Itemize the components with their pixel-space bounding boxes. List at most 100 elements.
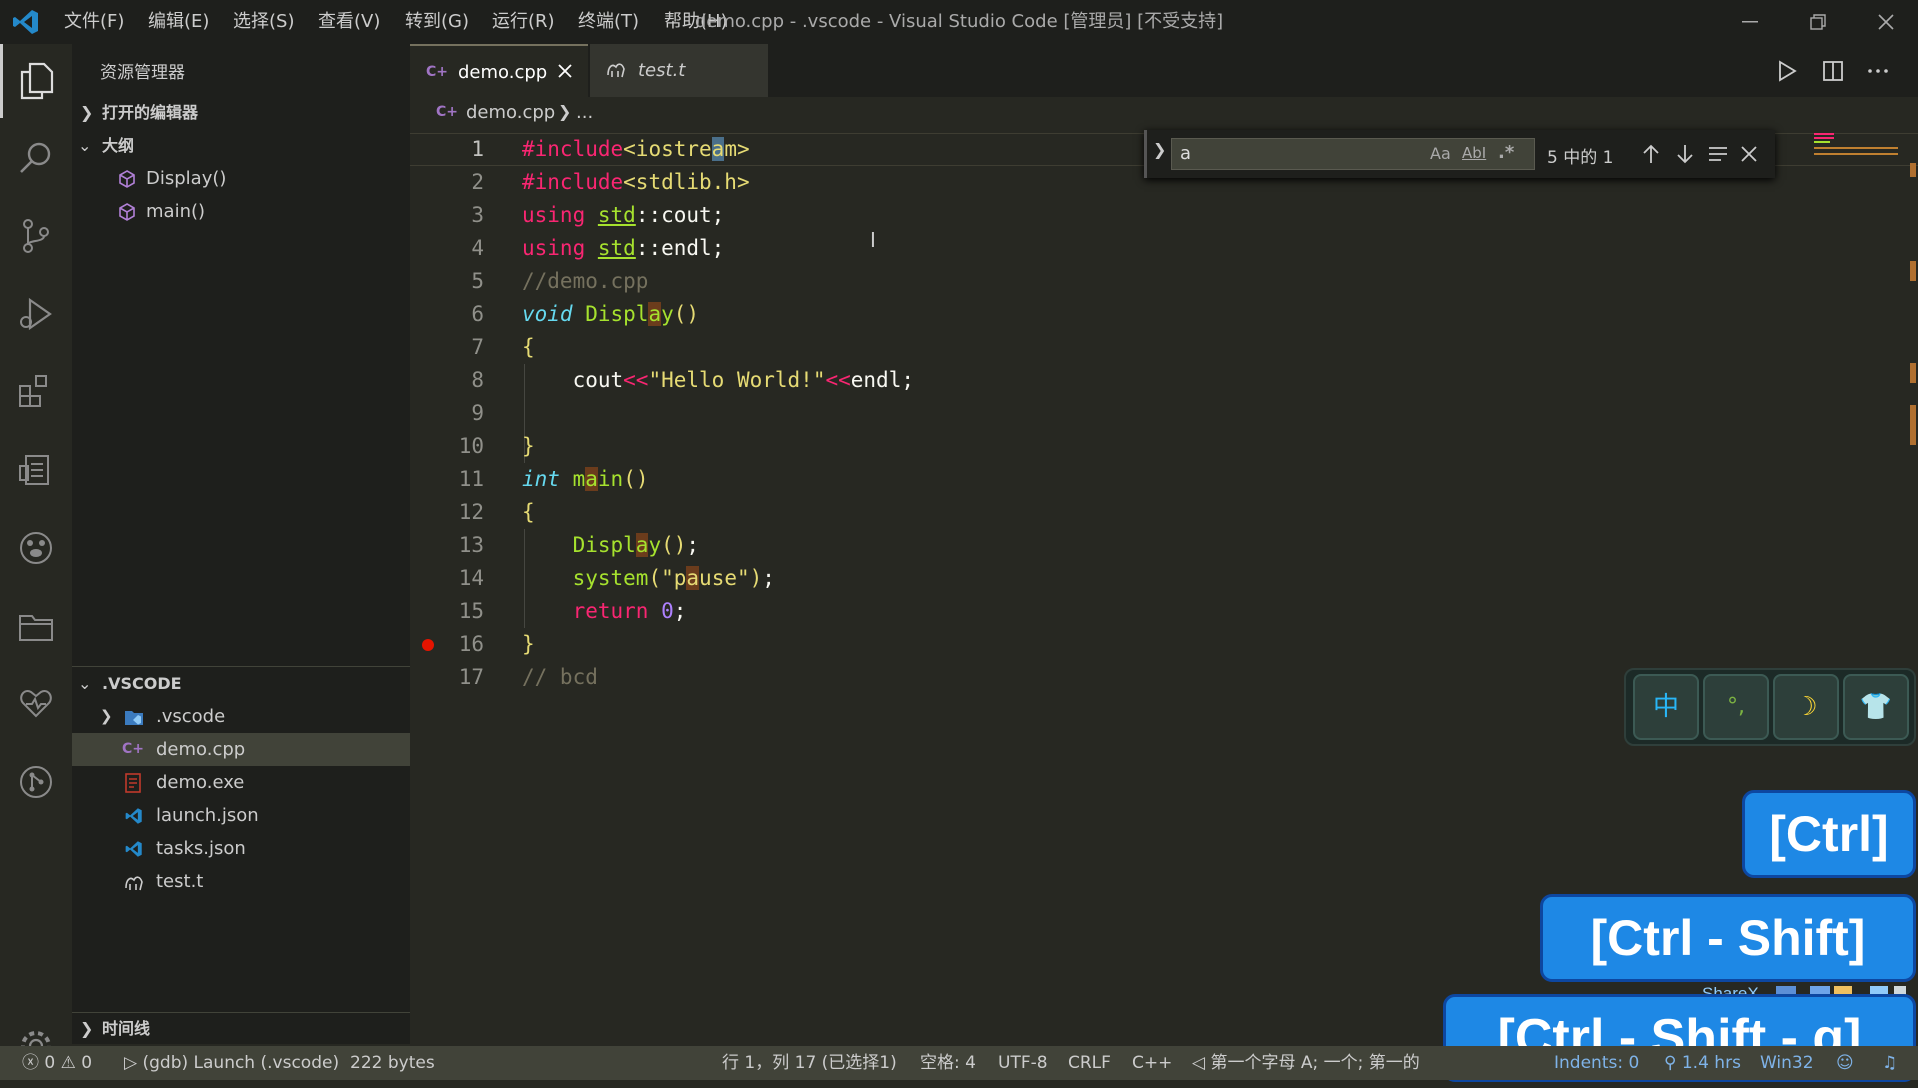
ime-skin-button[interactable]: 👕	[1843, 674, 1909, 740]
scrollbar-marker	[1910, 163, 1916, 177]
code-line[interactable]: using std::endl;	[522, 232, 724, 265]
ime-punctuation-button[interactable]: °,	[1703, 674, 1769, 740]
open-editors-section[interactable]: ❯ 打开的编辑器	[72, 96, 410, 129]
vscode-folder-icon	[125, 711, 143, 725]
problems-indicator[interactable]: ⓧ 0 ⚠ 0	[22, 1046, 92, 1080]
tab-label: test.t	[638, 60, 686, 81]
close-find-icon[interactable]	[1741, 146, 1757, 162]
restore-button[interactable]	[1784, 0, 1852, 44]
end-of-line[interactable]: CRLF	[1068, 1046, 1111, 1080]
platform[interactable]: Win32	[1760, 1046, 1814, 1080]
code-line[interactable]: Display();	[522, 529, 699, 562]
translation-message[interactable]: ◁ 第一个字母 A; 一个; 第一的	[1192, 1046, 1442, 1080]
heart-extension-button[interactable]	[0, 668, 72, 746]
ime-moon-button[interactable]: ☽	[1773, 674, 1839, 740]
next-match-icon[interactable]	[1675, 143, 1695, 165]
outline-item-main[interactable]: main()	[72, 195, 410, 228]
scrollbar-marker	[1910, 261, 1916, 281]
toggle-replace-icon[interactable]: ❯	[1153, 140, 1166, 159]
file-item-launch-json[interactable]: launch.json	[72, 799, 410, 832]
tab-demo-cpp[interactable]: C+ demo.cpp	[410, 44, 588, 97]
code-line[interactable]: {	[522, 496, 535, 529]
indents-info[interactable]: Indents: 0	[1554, 1046, 1639, 1080]
ime-chinese-button[interactable]: 中	[1633, 674, 1699, 740]
chevron-down-icon: ⌄	[78, 674, 92, 693]
menu-terminal[interactable]: 终端(T)	[578, 0, 639, 44]
outline-item-display[interactable]: Display()	[72, 162, 410, 195]
breakpoint-icon[interactable]	[422, 639, 434, 651]
minimap[interactable]	[1810, 131, 1906, 161]
indentation[interactable]: 空格: 4	[920, 1046, 976, 1080]
file-item-demo-cpp[interactable]: C+ demo.cpp	[72, 733, 410, 766]
code-line[interactable]: // bcd	[522, 661, 598, 694]
file-item-vscode-folder[interactable]: ❯ .vscode	[72, 700, 410, 733]
line-number: 4	[471, 236, 484, 260]
project-manager-button[interactable]	[0, 590, 72, 668]
run-debug-button[interactable]	[0, 278, 72, 356]
code-line[interactable]: using std::cout;	[522, 199, 724, 232]
debug-launch-config[interactable]: ▷ (gdb) Launch (.vscode)	[124, 1046, 339, 1080]
outline-label: 大纲	[102, 136, 135, 155]
remote-explorer-button[interactable]	[0, 434, 72, 512]
workspace-section[interactable]: ⌄ .VSCODE	[72, 667, 410, 700]
menu-edit[interactable]: 编辑(E)	[148, 0, 209, 44]
code-line[interactable]: {	[522, 331, 535, 364]
error-count: 0	[44, 1053, 56, 1073]
code-line[interactable]: int main()	[522, 463, 649, 496]
cursor-position[interactable]: 行 1，列 17 (已选择1)	[722, 1046, 897, 1080]
close-tab-icon[interactable]	[558, 64, 572, 78]
tab-test-t[interactable]: test.t	[590, 44, 768, 97]
notifications-icon[interactable]: ♫	[1882, 1046, 1897, 1080]
code-line[interactable]: return 0;	[522, 595, 687, 628]
menu-file[interactable]: 文件(F)	[64, 0, 124, 44]
paw-extension-button[interactable]	[0, 512, 72, 590]
minimize-button[interactable]	[1716, 0, 1784, 44]
git-graph-button[interactable]	[0, 746, 72, 824]
outline-section[interactable]: ⌄ 大纲	[72, 129, 410, 162]
explorer-button[interactable]	[0, 44, 72, 122]
chevron-right-icon: ❯	[558, 102, 572, 121]
close-window-button[interactable]	[1852, 0, 1918, 44]
menu-selection[interactable]: 选择(S)	[233, 0, 294, 44]
previous-match-icon[interactable]	[1641, 143, 1661, 165]
code-line[interactable]: #include<iostream>	[522, 133, 750, 166]
find-in-selection-icon[interactable]	[1707, 144, 1729, 164]
file-item-test-t[interactable]: test.t	[72, 865, 410, 898]
file-label: .vscode	[156, 706, 226, 727]
menu-run[interactable]: 运行(R)	[492, 0, 555, 44]
mouse-ibeam-icon: I	[870, 228, 876, 252]
search-view-button[interactable]	[0, 122, 72, 200]
match-case-toggle[interactable]: Aa	[1430, 144, 1451, 163]
more-actions-icon[interactable]	[1866, 60, 1890, 82]
code-line[interactable]: }	[522, 628, 535, 661]
menu-help[interactable]: 帮助(H)	[664, 0, 728, 44]
file-item-tasks-json[interactable]: tasks.json	[72, 832, 410, 865]
menu-go[interactable]: 转到(G)	[405, 0, 469, 44]
line-number: 8	[471, 368, 484, 392]
run-icon[interactable]	[1776, 60, 1798, 82]
breadcrumb-rest[interactable]: ...	[576, 102, 593, 123]
code-line[interactable]: system("pause");	[522, 562, 775, 595]
source-control-button[interactable]	[0, 200, 72, 278]
chevron-right-icon: ❯	[100, 707, 113, 725]
menu-view[interactable]: 查看(V)	[318, 0, 380, 44]
breadcrumb-file[interactable]: demo.cpp	[466, 102, 555, 123]
timeline-section[interactable]: ❯ 时间线	[72, 1012, 410, 1045]
code-line[interactable]: }	[522, 430, 535, 463]
find-input[interactable]: a Aa AbI .*	[1171, 138, 1535, 170]
code-line[interactable]: #include<stdlib.h>	[522, 166, 750, 199]
language-mode[interactable]: C++	[1132, 1046, 1172, 1080]
code-line[interactable]: cout<<"Hello World!"<<endl;	[522, 364, 914, 397]
regex-toggle[interactable]: .*	[1498, 142, 1514, 163]
file-label: test.t	[156, 871, 204, 892]
encoding[interactable]: UTF-8	[998, 1046, 1048, 1080]
account-icon[interactable]: ☺	[1836, 1046, 1854, 1080]
whole-word-toggle[interactable]: AbI	[1462, 144, 1486, 162]
code-line[interactable]: void Display()	[522, 298, 699, 331]
file-item-demo-exe[interactable]: demo.exe	[72, 766, 410, 799]
split-editor-icon[interactable]	[1822, 60, 1844, 82]
time-tracker[interactable]: ⚲ 1.4 hrs	[1664, 1046, 1741, 1080]
code-line[interactable]: //demo.cpp	[522, 265, 648, 298]
extensions-button[interactable]	[0, 356, 72, 434]
find-result-count: 5 中的 1	[1547, 148, 1614, 168]
